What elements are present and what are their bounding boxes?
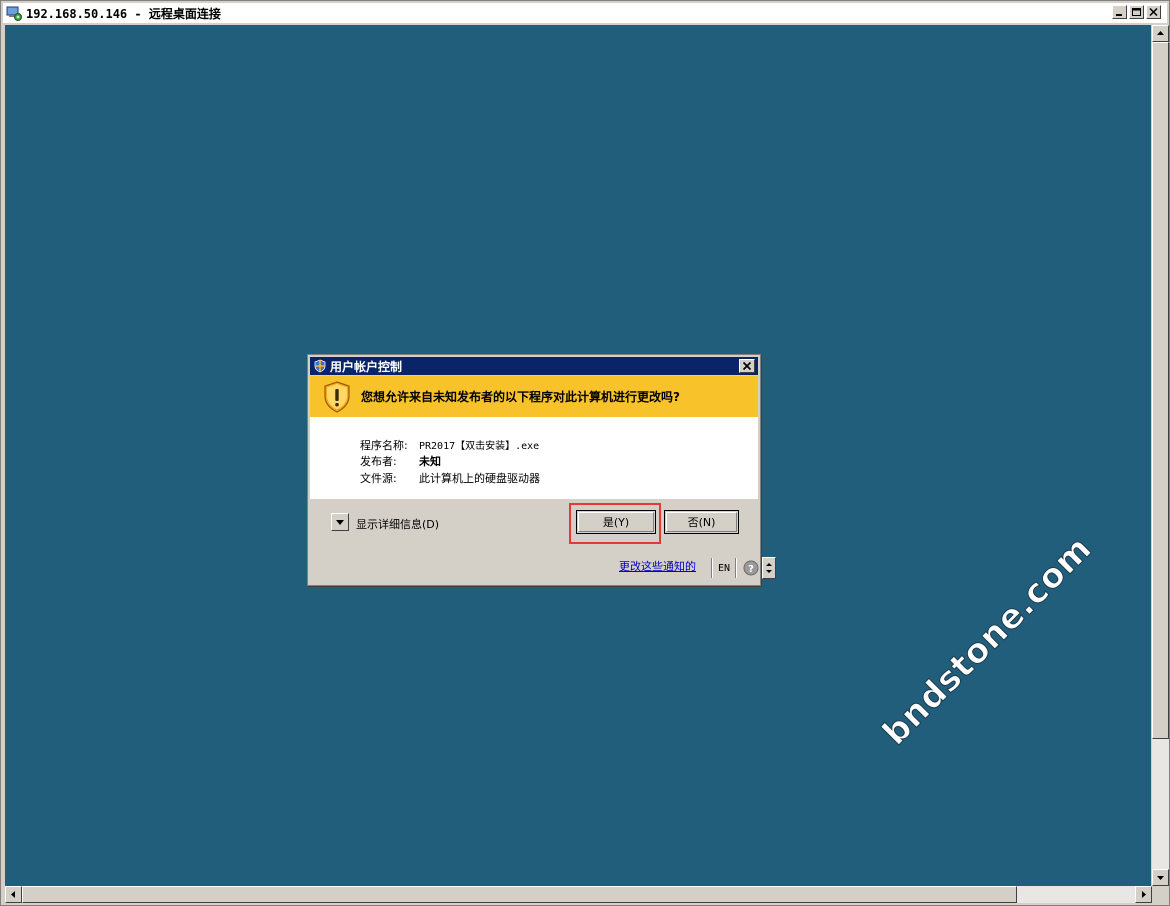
divider bbox=[711, 558, 713, 578]
vertical-scroll-thumb[interactable] bbox=[1152, 42, 1169, 739]
remote-desktop[interactable]: 用户帐户控制 您想允许来自未知发布者的以下程序对此计算机进行更改吗? 程序名称:… bbox=[5, 25, 1151, 886]
help-icon[interactable]: ? bbox=[743, 560, 759, 576]
uac-dialog: 用户帐户控制 您想允许来自未知发布者的以下程序对此计算机进行更改吗? 程序名称:… bbox=[307, 354, 777, 586]
uac-question: 您想允许来自未知发布者的以下程序对此计算机进行更改吗? bbox=[361, 390, 680, 404]
watermark-text: bndstone.com bbox=[874, 528, 1100, 754]
program-name-label: 程序名称: bbox=[360, 439, 408, 452]
vertical-scrollbar[interactable] bbox=[1152, 25, 1169, 886]
shield-icon bbox=[314, 359, 326, 373]
close-button[interactable] bbox=[1146, 5, 1161, 19]
uac-info-panel: 程序名称: PR2017【双击安装】.exe 发布者: 未知 文件源: 此计算机… bbox=[310, 417, 758, 499]
minimize-button[interactable] bbox=[1112, 5, 1127, 19]
yes-button-highlight bbox=[569, 503, 661, 544]
scroll-left-button[interactable] bbox=[5, 886, 22, 903]
divider bbox=[735, 558, 738, 578]
file-source-row: 文件源: 此计算机上的硬盘驱动器 bbox=[360, 470, 540, 486]
no-button[interactable]: 否(N) bbox=[664, 510, 739, 534]
chevron-down-icon bbox=[336, 520, 344, 525]
language-bar-options-button[interactable] bbox=[762, 557, 777, 579]
show-details-label[interactable]: 显示详细信息(D) bbox=[356, 516, 439, 532]
svg-text:?: ? bbox=[748, 564, 754, 575]
window-title: 192.168.50.146 - 远程桌面连接 bbox=[26, 6, 221, 21]
publisher-row: 发布者: 未知 bbox=[360, 453, 441, 469]
uac-title: 用户帐户控制 bbox=[330, 359, 403, 374]
window-titlebar[interactable]: 192.168.50.146 - 远程桌面连接 bbox=[3, 3, 1167, 23]
no-button-label: 否(N) bbox=[687, 516, 716, 529]
publisher-label: 发布者: bbox=[360, 455, 397, 468]
warning-shield-icon bbox=[324, 380, 350, 413]
scroll-up-button[interactable] bbox=[1152, 25, 1169, 42]
change-notifications-link[interactable]: 更改这些通知的 bbox=[619, 558, 696, 574]
rdp-window: 192.168.50.146 - 远程桌面连接 用户帐户控制 您想允许来自未知发… bbox=[0, 0, 1170, 906]
uac-warning-banner: 您想允许来自未知发布者的以下程序对此计算机进行更改吗? bbox=[310, 376, 758, 417]
program-name-row: 程序名称: PR2017【双击安装】.exe bbox=[360, 437, 539, 453]
watermark: bndstone.com bbox=[874, 528, 1100, 754]
file-source-label: 文件源: bbox=[360, 472, 397, 485]
scroll-down-button[interactable] bbox=[1152, 869, 1169, 886]
show-details-toggle[interactable] bbox=[331, 513, 349, 531]
uac-titlebar[interactable]: 用户帐户控制 bbox=[310, 357, 758, 375]
publisher-value: 未知 bbox=[419, 455, 441, 468]
language-indicator[interactable]: EN bbox=[716, 563, 732, 574]
horizontal-scrollbar[interactable] bbox=[5, 886, 1152, 903]
file-source-value: 此计算机上的硬盘驱动器 bbox=[419, 472, 540, 485]
scroll-right-button[interactable] bbox=[1135, 886, 1152, 903]
language-bar: EN ? bbox=[708, 556, 777, 580]
horizontal-scroll-thumb[interactable] bbox=[22, 886, 1017, 903]
close-button[interactable] bbox=[739, 359, 755, 373]
scrollbar-corner bbox=[1152, 886, 1169, 903]
program-name-value: PR2017【双击安装】.exe bbox=[419, 441, 540, 452]
rdp-icon bbox=[6, 5, 22, 21]
maximize-button[interactable] bbox=[1129, 5, 1144, 19]
